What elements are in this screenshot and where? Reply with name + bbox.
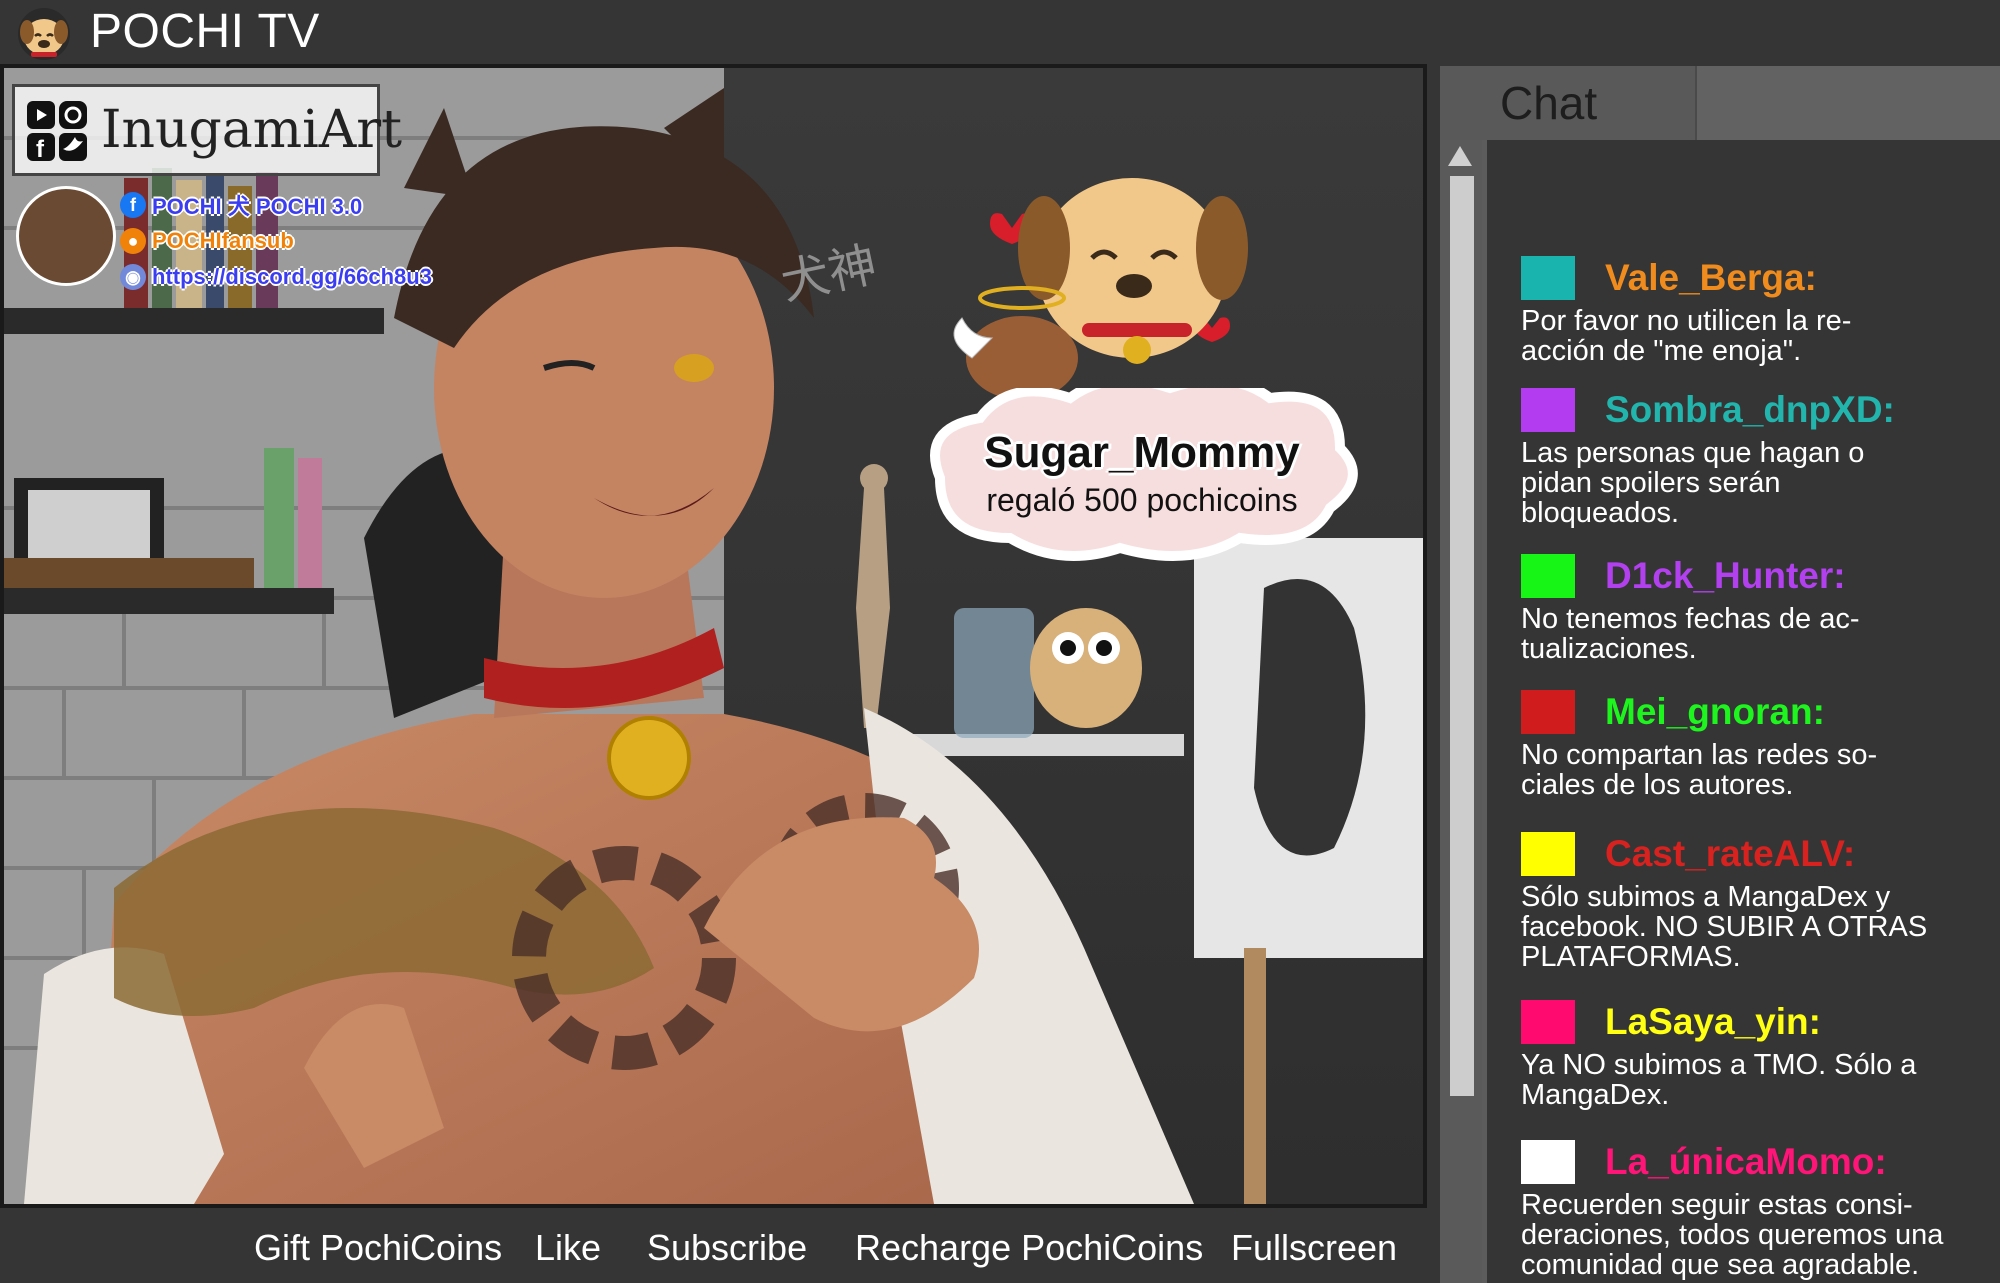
scroll-up-arrow-icon[interactable]: [1448, 146, 1472, 166]
watermark-text: InugamiArt: [101, 100, 403, 160]
user-color-swatch: [1521, 1140, 1575, 1184]
chat-username[interactable]: D1ck_Hunter:: [1605, 552, 1846, 600]
chat-username[interactable]: Vale_Berga:: [1605, 254, 1817, 302]
discord-icon: ◉: [120, 264, 146, 290]
user-color-swatch: [1521, 256, 1575, 300]
video-player[interactable]: f InugamiArt f POCHI 犬 POCHI 3.0 ● POCHI…: [0, 64, 1427, 1208]
user-color-swatch: [1521, 690, 1575, 734]
chat-scrollbar[interactable]: [1440, 140, 1482, 1283]
chat-message-text: Sólo subimos a MangaDex y facebook. NO SU…: [1521, 881, 1928, 973]
chat-message-text: Recuerden seguir estas consi-deraciones,…: [1521, 1189, 1944, 1281]
social-discord[interactable]: ◉ https://discord.gg/66ch8u3: [120, 262, 432, 292]
scrollbar-thumb[interactable]: [1450, 176, 1474, 1096]
social-icons: f: [27, 101, 87, 163]
social-label: https://discord.gg/66ch8u3: [152, 264, 432, 289]
facebook-icon: f: [120, 192, 146, 218]
chat-username[interactable]: LaSaya_yin:: [1605, 998, 1821, 1046]
chat-username[interactable]: Cast_rateALV:: [1605, 830, 1855, 878]
chat-message-text: Las personas que hagan o pidan spoilers s…: [1521, 437, 1865, 529]
pug-mascot-icon: [953, 178, 1248, 398]
stream-video[interactable]: f InugamiArt f POCHI 犬 POCHI 3.0 ● POCHI…: [4, 68, 1423, 1204]
tab-bar-empty: [1697, 66, 2000, 140]
chat-messages: Vale_Berga: Por favor no utilicen la re-…: [1487, 140, 2000, 1283]
chat-message-text: No compartan las redes so-ciales de los …: [1521, 739, 1878, 801]
avatar: [16, 186, 116, 286]
user-color-swatch: [1521, 554, 1575, 598]
user-color-swatch: [1521, 388, 1575, 432]
chat-username[interactable]: Mei_gnoran:: [1605, 688, 1825, 736]
fansub-icon: ●: [120, 228, 146, 254]
subscribe-button[interactable]: Subscribe: [647, 1226, 807, 1270]
gift-message: regaló 500 pochicoins: [986, 482, 1298, 518]
user-color-swatch: [1521, 832, 1575, 876]
recharge-pochicoins-button[interactable]: Recharge PochiCoins: [855, 1226, 1203, 1270]
fullscreen-button[interactable]: Fullscreen: [1231, 1226, 1397, 1270]
social-label: POCHI 犬 POCHI 3.0: [152, 194, 363, 219]
chat-username[interactable]: Sombra_dnpXD:: [1605, 386, 1895, 434]
app-title: POCHI TV: [90, 5, 320, 58]
chat-panel: Chat Vale_Berga: Por favor no utilicen l…: [1440, 66, 2000, 1283]
chat-username[interactable]: La_únicaMomo:: [1605, 1138, 1887, 1186]
pochi-logo-icon[interactable]: [16, 6, 72, 62]
tab-chat[interactable]: Chat: [1440, 66, 1697, 140]
gift-username: Sugar_Mommy: [984, 428, 1300, 477]
like-button[interactable]: Like: [535, 1226, 601, 1270]
gift-cloud-bg: [930, 388, 1358, 561]
top-bar: POCHI TV: [0, 0, 2000, 64]
chat-message-text: Ya NO subimos a TMO. Sólo a MangaDex.: [1521, 1049, 1917, 1111]
social-fansub[interactable]: ● POCHIfansub: [120, 226, 294, 256]
chat-tab-label: Chat: [1500, 77, 1598, 129]
player-controls: Gift PochiCoins Like Subscribe Recharge …: [0, 1208, 1430, 1283]
gift-pochicoins-button[interactable]: Gift PochiCoins: [254, 1226, 502, 1270]
social-links: f POCHI 犬 POCHI 3.0 ● POCHIfansub ◉ http…: [16, 186, 432, 346]
social-label: POCHIfansub: [152, 228, 294, 253]
social-facebook[interactable]: f POCHI 犬 POCHI 3.0: [120, 190, 362, 220]
chat-message-text: Por favor no utilicen la re-acción de "m…: [1521, 305, 1852, 367]
watermark-logo: f InugamiArt: [12, 84, 402, 176]
chat-message-text: No tenemos fechas de ac-tualizaciones.: [1521, 603, 1860, 665]
svg-text:f: f: [36, 136, 45, 163]
gift-alert: Sugar_Mommy regaló 500 pochicoins: [892, 158, 1392, 561]
user-color-swatch: [1521, 1000, 1575, 1044]
